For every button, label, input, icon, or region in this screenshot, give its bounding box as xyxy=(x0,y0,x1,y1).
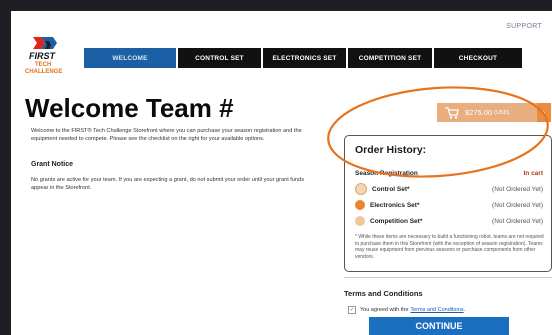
terms-suffix: . xyxy=(463,307,466,313)
order-note: * While these items are necessary to bui… xyxy=(355,234,544,260)
cart-currency: (USD) xyxy=(494,109,510,116)
logo-tech-text: TECH xyxy=(35,62,51,68)
support-link[interactable]: SUPPORT xyxy=(506,23,542,30)
divider xyxy=(344,277,552,278)
order-row-season-registration: Season Registration In cart xyxy=(355,166,543,180)
intro-text: Welcome to the FIRST® Tech Challenge Sto… xyxy=(31,128,302,142)
order-item-name: Control Set* xyxy=(372,185,410,193)
cart-arrow-icon[interactable]: › xyxy=(537,103,551,122)
order-item-name: Electronics Set* xyxy=(370,201,420,209)
logo-first-text: FIRST xyxy=(29,51,57,61)
screen-frame: SUPPORT FIRST TECH CHALLENGE WELCOME CON… xyxy=(0,0,552,335)
order-row-control-set: Control Set* (Not Ordered Yet) xyxy=(355,182,543,196)
order-item-status: (Not Ordered Yet) xyxy=(492,201,543,209)
order-item-status: (Not Ordered Yet) xyxy=(492,217,543,225)
order-row-electronics-set: Electronics Set* (Not Ordered Yet) xyxy=(355,198,543,212)
terms-checkbox[interactable]: ✓ xyxy=(348,306,356,314)
order-item-status: In cart xyxy=(523,169,543,177)
cart-button[interactable]: $275.00 (USD) › xyxy=(437,103,551,122)
storefront-page: SUPPORT FIRST TECH CHALLENGE WELCOME CON… xyxy=(11,11,552,335)
terms-agreed-text: You agreed with the xyxy=(360,307,409,313)
main-nav: WELCOME CONTROL SET ELECTRONICS SET COMP… xyxy=(84,48,524,68)
order-history-title: Order History: xyxy=(355,144,427,156)
first-tech-challenge-logo: FIRST TECH CHALLENGE xyxy=(23,33,67,77)
order-item-name: Competition Set* xyxy=(370,217,423,225)
tab-welcome[interactable]: WELCOME xyxy=(84,48,176,68)
order-row-competition-set: Competition Set* (Not Ordered Yet) xyxy=(355,214,543,228)
order-item-name: Season Registration xyxy=(355,169,418,177)
tab-checkout[interactable]: CHECKOUT xyxy=(434,48,522,68)
grant-notice-heading: Grant Notice xyxy=(31,161,74,168)
page-title: Welcome Team # xyxy=(25,93,234,123)
tool-icon xyxy=(355,183,367,195)
grant-notice-text: No grants are active for your team. If y… xyxy=(31,177,304,191)
cart-amount: $275.00 xyxy=(465,108,493,117)
terms-agreement: ✓ You agreed with the Terms and Conditio… xyxy=(348,306,465,314)
order-history-panel: Order History: Season Registration In ca… xyxy=(344,135,552,272)
tab-competition-set[interactable]: COMPETITION SET xyxy=(348,48,432,68)
chip-icon xyxy=(355,200,365,210)
logo-challenge-text: CHALLENGE xyxy=(25,69,62,75)
tab-electronics-set[interactable]: ELECTRONICS SET xyxy=(263,48,346,68)
terms-link[interactable]: Terms and Conditions xyxy=(410,307,463,313)
shopping-cart-icon xyxy=(445,106,459,119)
gear-icon xyxy=(355,216,365,226)
continue-button[interactable]: CONTINUE xyxy=(369,317,509,335)
tab-control-set[interactable]: CONTROL SET xyxy=(178,48,261,68)
terms-heading: Terms and Conditions xyxy=(344,289,423,298)
order-item-status: (Not Ordered Yet) xyxy=(492,185,543,193)
